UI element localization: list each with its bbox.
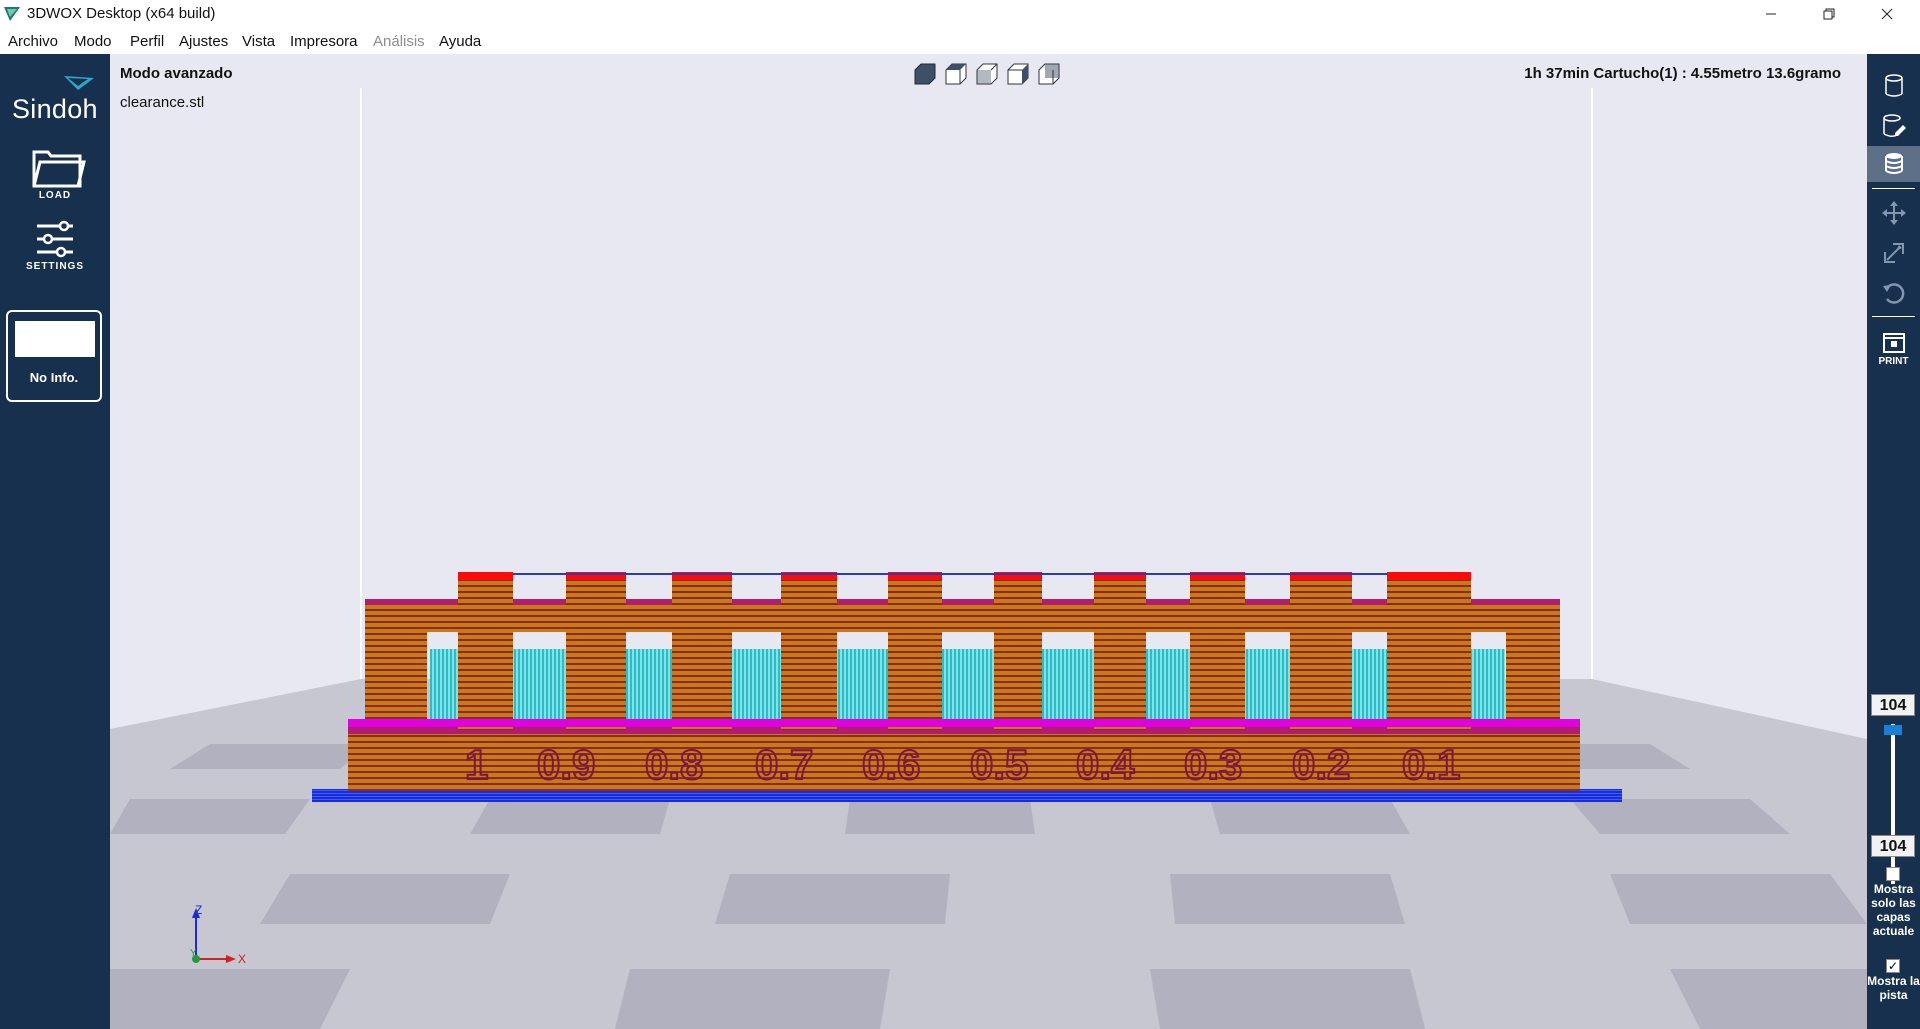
model-top-bar-edge — [365, 599, 1560, 605]
model-base — [348, 732, 1580, 791]
label-0-2: 0.2 — [1292, 741, 1350, 788]
file-name: clearance.stl — [120, 94, 205, 111]
settings-button[interactable]: SETTINGS — [20, 217, 90, 275]
tool-print[interactable] — [1867, 324, 1920, 360]
show-current-layers-checkbox[interactable] — [1886, 867, 1900, 881]
mode-label: Modo avanzado — [120, 65, 233, 82]
label-0-6: 0.6 — [862, 741, 920, 788]
window-title: 3DWOX Desktop (x64 build) — [27, 5, 216, 22]
right-sidebar: PRINT 104 104 Mostra solo las capas actu… — [1867, 54, 1920, 1029]
label-1: 1 — [465, 741, 488, 788]
logo-text: Sindoh — [12, 94, 98, 124]
minimize-icon — [1766, 13, 1776, 15]
model-left-post — [365, 614, 427, 726]
show-current-layers-label: Mostra solo las capas actuale — [1871, 882, 1916, 938]
label-0-9: 0.9 — [537, 741, 595, 788]
menu-ayuda[interactable]: Ayuda — [439, 33, 481, 50]
layer-view-icon — [1884, 153, 1903, 174]
axis-x-label: X — [238, 952, 246, 966]
label-0-8: 0.8 — [645, 741, 703, 788]
view-front-icon[interactable] — [913, 62, 937, 86]
axis-gizmo: Z Y X — [190, 904, 246, 966]
print-estimate: 1h 37min Cartucho(1) : 4.55metro 13.6gra… — [1524, 65, 1841, 82]
3d-viewport[interactable]: 1 0.9 0.8 0.7 0.6 0.5 0.4 0.3 0.2 0.1 Mo… — [110, 54, 1867, 1029]
close-icon — [1881, 8, 1893, 20]
close-button[interactable] — [1864, 0, 1910, 28]
view-left-icon[interactable] — [975, 62, 999, 86]
view-iso-icon[interactable] — [1037, 62, 1061, 86]
rotate-icon — [1882, 283, 1904, 304]
tool-cylinder-view[interactable] — [1867, 68, 1920, 104]
show-track-label: Mostra la pista — [1867, 974, 1920, 1002]
menu-impresora[interactable]: Impresora — [290, 33, 358, 50]
print-label: PRINT — [1878, 356, 1909, 367]
restore-button[interactable] — [1806, 0, 1852, 28]
label-0-4: 0.4 — [1076, 741, 1135, 788]
toolbar-divider — [1872, 316, 1915, 317]
view-cube-toolbar — [913, 62, 1063, 88]
layer-top-value[interactable]: 104 — [1871, 694, 1915, 716]
menu-vista[interactable]: Vista — [242, 33, 275, 50]
sliders-icon — [37, 220, 73, 258]
skin-layer — [348, 719, 1580, 727]
sindoh-logo: Sindoh — [12, 74, 102, 124]
move-icon — [1881, 201, 1906, 225]
folder-icon — [32, 150, 86, 188]
scene-canvas: 1 0.9 0.8 0.7 0.6 0.5 0.4 0.3 0.2 0.1 — [110, 88, 1867, 1029]
menu-ajustes[interactable]: Ajustes — [179, 33, 228, 50]
tool-move[interactable] — [1867, 195, 1920, 231]
title-bar: 3DWOX Desktop (x64 build) — [0, 0, 1920, 28]
cylinder-view-icon — [1884, 74, 1903, 97]
settings-label: SETTINGS — [25, 261, 84, 272]
axis-z-label: Z — [195, 904, 202, 917]
menu-bar: Archivo Modo Perfil Ajustes Vista Impres… — [0, 28, 1920, 54]
app-logo-icon — [4, 7, 20, 21]
axis-y-label: Y — [190, 948, 197, 959]
layer-bottom-value[interactable]: 104 — [1871, 835, 1915, 857]
left-sidebar: Sindoh LOAD SETTINGS No Info. — [0, 54, 110, 1029]
menu-archivo[interactable]: Archivo — [8, 33, 58, 50]
show-track-checkbox[interactable]: ✓ — [1886, 959, 1900, 973]
menu-perfil[interactable]: Perfil — [130, 33, 164, 50]
toolbar-divider — [1872, 188, 1915, 189]
tool-layer-view[interactable] — [1867, 146, 1920, 182]
layer-slider-track[interactable] — [1891, 724, 1895, 884]
label-0-7: 0.7 — [755, 741, 813, 788]
label-0-5: 0.5 — [970, 741, 1028, 788]
load-label: LOAD — [38, 190, 72, 201]
tool-scale[interactable] — [1867, 235, 1920, 271]
minimize-button[interactable] — [1748, 0, 1794, 28]
label-0-1: 0.1 — [1402, 741, 1460, 788]
printer-info-text: No Info. — [29, 370, 79, 385]
view-right-icon[interactable] — [1006, 62, 1030, 86]
printer-info-panel[interactable]: No Info. — [6, 310, 102, 402]
tool-edit-view[interactable] — [1867, 108, 1920, 144]
label-0-3: 0.3 — [1184, 741, 1242, 788]
view-top-icon[interactable] — [944, 62, 968, 86]
tool-rotate[interactable] — [1867, 275, 1920, 311]
restore-icon — [1823, 8, 1835, 20]
layer-slider-handle[interactable] — [1884, 725, 1902, 735]
edit-view-icon — [1882, 114, 1906, 138]
model-right-post — [1506, 614, 1560, 726]
print-icon — [1882, 333, 1905, 353]
load-button[interactable]: LOAD — [20, 146, 90, 204]
menu-analisis[interactable]: Análisis — [373, 33, 425, 50]
scale-icon — [1883, 243, 1904, 263]
printer-info-image — [15, 321, 95, 357]
menu-modo[interactable]: Modo — [74, 33, 112, 50]
